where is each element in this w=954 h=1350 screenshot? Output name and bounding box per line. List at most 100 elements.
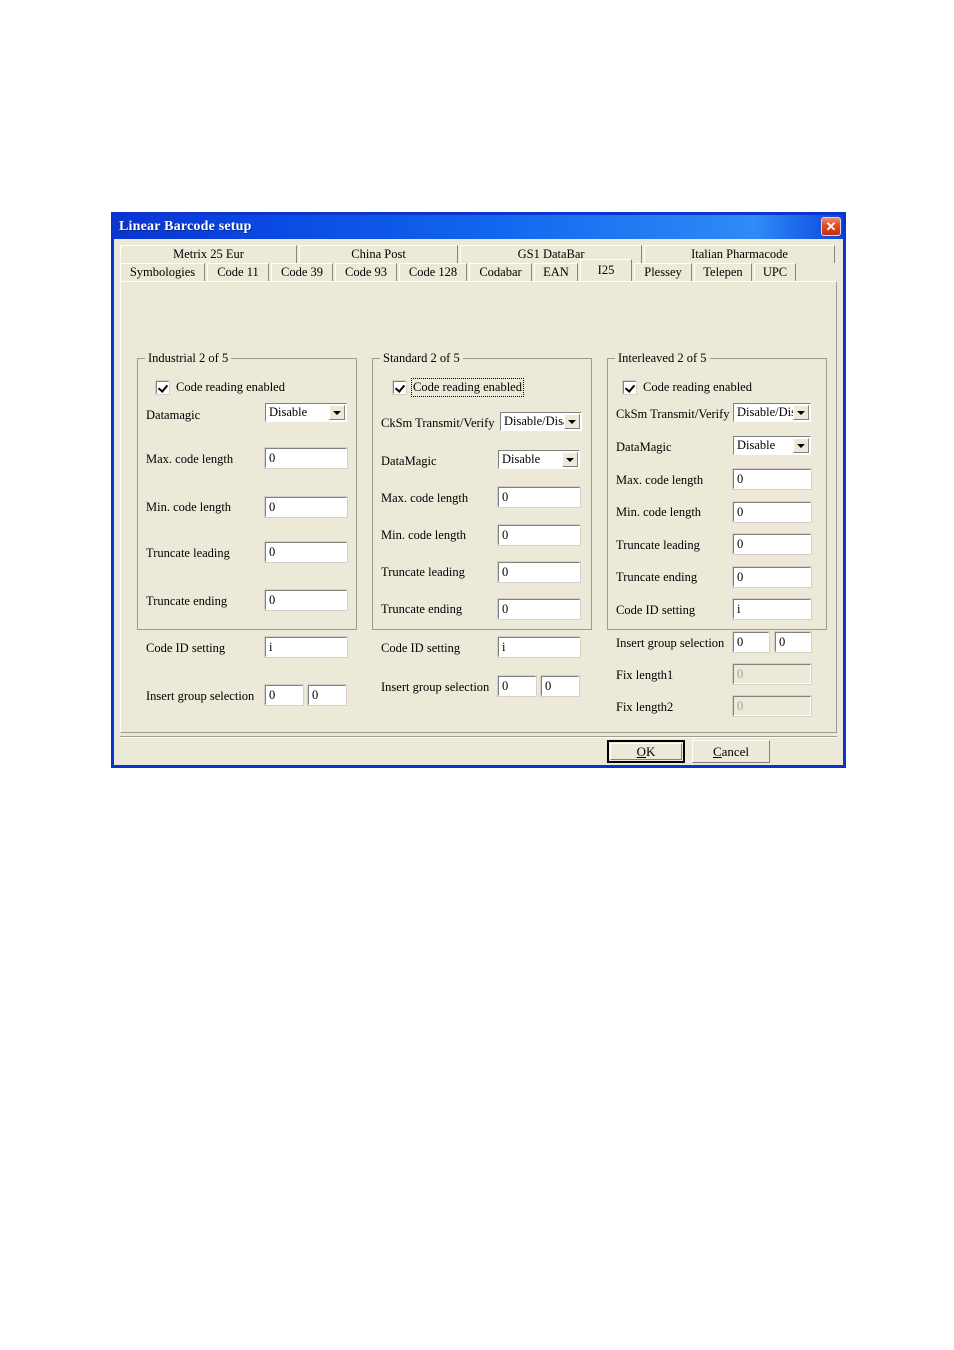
industrial-datamagic-select[interactable]: Disable — [265, 403, 347, 422]
industrial-min-code-length-label: Min. code length — [146, 500, 232, 514]
chevron-down-icon[interactable] — [793, 405, 809, 420]
interleaved-min-code-length-input[interactable]: 0 — [732, 501, 812, 523]
industrial-code-reading-checkbox[interactable]: Code reading enabled — [155, 380, 285, 395]
tab-ean[interactable]: EAN — [534, 263, 578, 281]
title-bar: Linear Barcode setup ✕ — [114, 215, 843, 239]
ok-button[interactable]: OK — [607, 740, 685, 763]
cancel-button[interactable]: Cancel — [692, 740, 770, 763]
chevron-down-icon[interactable] — [562, 452, 578, 467]
tab-label: Code 128 — [408, 265, 458, 279]
standard-code-reading-checkbox[interactable]: Code reading enabled — [392, 378, 524, 397]
group-industrial-2-of-5: Industrial 2 of 5 Code reading enabled D… — [137, 351, 357, 706]
tab-label: EAN — [543, 265, 569, 279]
tab-plessey[interactable]: Plessey — [634, 263, 692, 281]
tab-telepen[interactable]: Telepen — [694, 263, 752, 281]
tab-label: Codabar — [479, 265, 522, 279]
interleaved-cksm-select[interactable]: Disable/Disa — [733, 403, 811, 422]
input-value: i — [737, 601, 741, 616]
group-interleaved-2-of-5: Interleaved 2 of 5 Code reading enabled … — [607, 351, 827, 717]
combo-value: Disable — [737, 438, 776, 452]
interleaved-min-code-length-label: Min. code length — [616, 505, 702, 519]
tab-symbologies[interactable]: Symbologies — [120, 263, 205, 281]
interleaved-datamagic-select[interactable]: Disable — [733, 436, 811, 455]
input-value: 0 — [502, 601, 509, 616]
cancel-button-label: Cancel — [712, 743, 750, 759]
tab-i25[interactable]: I25 — [580, 259, 632, 281]
standard-insert-group-input-1[interactable]: 0 — [497, 675, 537, 697]
checkbox-label: Code reading enabled — [643, 380, 752, 394]
tab-label: Code 11 — [217, 265, 259, 279]
tab-code-128[interactable]: Code 128 — [399, 263, 467, 281]
input-value: 0 — [269, 687, 276, 702]
industrial-truncate-leading-input[interactable]: 0 — [264, 541, 348, 563]
standard-insert-group-input-2[interactable]: 0 — [540, 675, 580, 697]
input-value: 0 — [502, 678, 509, 693]
standard-min-code-length-input[interactable]: 0 — [497, 524, 581, 546]
tab-label: Plessey — [644, 265, 682, 279]
interleaved-truncate-leading-input[interactable]: 0 — [732, 533, 812, 555]
standard-cksm-select[interactable]: Disable/Disab — [500, 412, 582, 431]
input-value: 0 — [502, 489, 509, 504]
interleaved-fix-length1-label: Fix length1 — [616, 668, 674, 682]
interleaved-insert-group-input-2[interactable]: 0 — [774, 631, 812, 653]
input-value: i — [502, 639, 506, 654]
checkbox-label: Code reading enabled — [411, 378, 524, 397]
chevron-down-icon[interactable] — [564, 414, 580, 429]
industrial-max-code-length-label: Max. code length — [146, 452, 234, 466]
interleaved-truncate-ending-label: Truncate ending — [616, 570, 698, 584]
interleaved-fix-length2-input: 0 — [732, 695, 812, 717]
standard-datamagic-label: DataMagic — [381, 454, 437, 468]
chevron-down-icon[interactable] — [329, 405, 345, 420]
tab-upc[interactable]: UPC — [754, 263, 796, 281]
input-value: 0 — [737, 471, 744, 486]
standard-truncate-leading-label: Truncate leading — [381, 565, 465, 579]
industrial-min-code-length-input[interactable]: 0 — [264, 496, 348, 518]
interleaved-fix-length1-input: 0 — [732, 663, 812, 685]
tab-label: I25 — [597, 263, 615, 277]
chevron-down-icon[interactable] — [793, 438, 809, 453]
group-title: Industrial 2 of 5 — [145, 351, 232, 366]
tab-label: GS1 DataBar — [517, 247, 585, 261]
tab-label: Code 93 — [344, 265, 387, 279]
industrial-truncate-ending-input[interactable]: 0 — [264, 589, 348, 611]
interleaved-truncate-leading-label: Truncate leading — [616, 538, 700, 552]
tab-label: Telepen — [703, 265, 743, 279]
close-icon[interactable]: ✕ — [821, 217, 841, 236]
interleaved-max-code-length-input[interactable]: 0 — [732, 468, 812, 490]
input-value: 0 — [502, 527, 509, 542]
tab-row-lower: Symbologies Code 11 Code 39 Code 93 Code… — [120, 259, 837, 281]
checkbox-box — [622, 380, 637, 395]
industrial-insert-group-input-2[interactable]: 0 — [307, 684, 347, 706]
tab-row-upper: Metrix 25 Eur China Post GS1 DataBar Ita… — [120, 245, 837, 263]
tab-codabar[interactable]: Codabar — [469, 263, 532, 281]
tab-metrix-25-eur[interactable]: Metrix 25 Eur — [120, 245, 297, 263]
interleaved-code-id-input[interactable]: i — [732, 598, 812, 620]
tab-label: Symbologies — [129, 265, 196, 279]
tab-code-11[interactable]: Code 11 — [207, 263, 269, 281]
standard-min-code-length-label: Min. code length — [381, 528, 467, 542]
tab-italian-pharmacode[interactable]: Italian Pharmacode — [644, 245, 835, 263]
tab-code-39[interactable]: Code 39 — [271, 263, 333, 281]
input-value: 0 — [779, 634, 786, 649]
tab-code-93[interactable]: Code 93 — [335, 263, 397, 281]
industrial-code-id-input[interactable]: i — [264, 636, 348, 658]
input-value: 0 — [737, 536, 744, 551]
standard-code-id-input[interactable]: i — [497, 636, 581, 658]
standard-max-code-length-input[interactable]: 0 — [497, 486, 581, 508]
standard-truncate-ending-label: Truncate ending — [381, 602, 463, 616]
standard-datamagic-select[interactable]: Disable — [498, 450, 580, 469]
standard-truncate-ending-input[interactable]: 0 — [497, 598, 581, 620]
interleaved-truncate-ending-input[interactable]: 0 — [732, 566, 812, 588]
checkbox-box — [392, 380, 407, 395]
interleaved-code-reading-checkbox[interactable]: Code reading enabled — [622, 380, 752, 395]
tab-china-post[interactable]: China Post — [299, 245, 459, 263]
interleaved-insert-group-input-1[interactable]: 0 — [732, 631, 770, 653]
input-value: 0 — [737, 569, 744, 584]
industrial-insert-group-input-1[interactable]: 0 — [264, 684, 304, 706]
close-glyph: ✕ — [825, 219, 837, 234]
input-value: 0 — [269, 450, 276, 465]
standard-truncate-leading-input[interactable]: 0 — [497, 561, 581, 583]
interleaved-max-code-length-label: Max. code length — [616, 473, 704, 487]
tab-label: China Post — [351, 247, 406, 261]
industrial-max-code-length-input[interactable]: 0 — [264, 447, 348, 469]
